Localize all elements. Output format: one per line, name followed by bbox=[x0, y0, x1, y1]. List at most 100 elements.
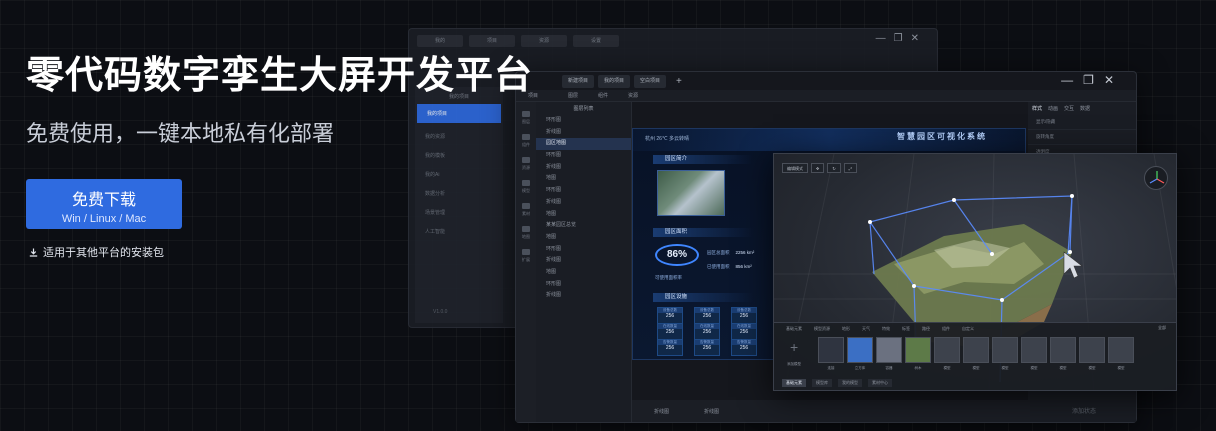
asset-tab[interactable]: 模型资源 bbox=[814, 326, 830, 332]
weather-label: 杭州 26℃ 多云转晴 bbox=[645, 136, 689, 142]
back-sidebar-item[interactable]: 我的模板 bbox=[415, 146, 503, 165]
facility-cell: 在线数量 256 bbox=[657, 323, 683, 340]
download-platforms: Win / Linux / Mac bbox=[61, 213, 147, 225]
close-icon[interactable]: ✕ bbox=[911, 33, 927, 44]
asset-tab[interactable]: 地形 bbox=[842, 326, 850, 332]
layer-item[interactable]: 折线图 bbox=[536, 127, 631, 139]
asset-filter[interactable]: 全部 bbox=[1158, 325, 1166, 331]
layer-item[interactable]: 折线图 bbox=[536, 290, 631, 302]
editor-tab[interactable]: 新建项目 bbox=[562, 75, 595, 88]
layer-item[interactable]: 地图 bbox=[536, 173, 631, 185]
layer-item[interactable]: 某某园区总览 bbox=[536, 220, 631, 232]
download-button-label: 免费下载 bbox=[71, 192, 136, 209]
version-label: V1.0.0 bbox=[433, 309, 448, 315]
asset-tab[interactable]: 基础元素 bbox=[786, 326, 802, 332]
properties-tab[interactable]: 交互 bbox=[1064, 105, 1074, 112]
layer-item[interactable]: 环形图 bbox=[536, 244, 631, 256]
asset-footer-tab[interactable]: 基础元素 bbox=[782, 379, 806, 387]
editor-tab[interactable]: 空白项目 bbox=[634, 75, 667, 88]
rail-item[interactable]: 地图 bbox=[516, 226, 536, 240]
editor-bottom-bar: 折线图 折线图 bbox=[632, 400, 1030, 422]
layer-item[interactable]: 折线图 bbox=[536, 197, 631, 209]
asset-tab[interactable]: 特效 bbox=[882, 326, 890, 332]
layer-item[interactable]: 地图 bbox=[536, 209, 631, 221]
asset-tile[interactable]: 树木 bbox=[905, 337, 931, 370]
asset-tile[interactable]: 容器 bbox=[876, 337, 902, 370]
facility-cell: 在线数量 256 bbox=[694, 323, 720, 340]
layer-item[interactable]: 地图 bbox=[536, 267, 631, 279]
back-sidebar-item[interactable]: 我的资源 bbox=[415, 127, 503, 146]
back-tab[interactable]: 设置 bbox=[573, 35, 619, 47]
asset-tile[interactable]: 模型 bbox=[992, 337, 1018, 370]
asset-tab[interactable]: 天气 bbox=[862, 326, 870, 332]
asset-tab[interactable]: 组件 bbox=[942, 326, 950, 332]
rail-item[interactable]: 素材 bbox=[516, 203, 536, 217]
mode-select[interactable]: 编辑模式 bbox=[782, 163, 808, 173]
rotate-icon[interactable]: ↻ bbox=[827, 163, 841, 173]
maximize-icon[interactable]: ❐ bbox=[1083, 73, 1104, 87]
move-icon[interactable]: ✥ bbox=[811, 163, 825, 173]
minimize-icon[interactable]: — bbox=[876, 33, 894, 44]
layers-header: 图层列表 bbox=[573, 106, 594, 112]
back-sidebar-item[interactable]: 我的项目 bbox=[417, 104, 501, 123]
layer-item[interactable]: 折线图 bbox=[536, 255, 631, 267]
property-item[interactable]: 显示/隐藏 bbox=[1028, 115, 1136, 130]
dashboard-title: 智慧园区可视化系统 bbox=[897, 132, 987, 141]
asset-tile[interactable]: 模型 bbox=[1050, 337, 1076, 370]
axis-gizmo-icon[interactable] bbox=[1144, 166, 1168, 190]
back-sidebar-item[interactable]: 场景管理 bbox=[415, 203, 503, 222]
back-sidebar-item[interactable]: 人工智能 bbox=[415, 222, 503, 241]
asset-footer-tab[interactable]: 模型库 bbox=[812, 379, 832, 387]
layer-item[interactable]: 环形图 bbox=[536, 185, 631, 197]
asset-tab[interactable]: 路径 bbox=[922, 326, 930, 332]
bottom-item[interactable]: 折线图 bbox=[654, 408, 669, 415]
asset-footer-tab[interactable]: 我的模型 bbox=[838, 379, 862, 387]
layer-item[interactable]: 环形图 bbox=[536, 150, 631, 162]
properties-tab[interactable]: 样式 bbox=[1032, 105, 1042, 112]
rail-item[interactable]: 模型 bbox=[516, 180, 536, 194]
layer-item[interactable]: 地图 bbox=[536, 232, 631, 244]
asset-tab[interactable]: 自定义 bbox=[962, 326, 974, 332]
minimize-icon[interactable]: — bbox=[1061, 73, 1083, 87]
asset-footer: 基础元素 模型库 我的模型 素材中心 bbox=[782, 379, 892, 387]
asset-tile[interactable]: 模型 bbox=[1021, 337, 1047, 370]
hero: 零代码数字孪生大屏开发平台 bbox=[26, 44, 533, 99]
properties-tab[interactable]: 动画 bbox=[1048, 105, 1058, 112]
facility-cell: 设备总数 256 bbox=[731, 307, 757, 324]
toolbar-item[interactable]: 图层 bbox=[568, 92, 578, 99]
back-sidebar-item[interactable]: 数据分析 bbox=[415, 184, 503, 203]
layer-item[interactable]: 环形图 bbox=[536, 279, 631, 291]
asset-tile[interactable]: 模型 bbox=[1079, 337, 1105, 370]
asset-tile[interactable]: 连接 bbox=[818, 337, 844, 370]
rail-item[interactable]: 图层 bbox=[516, 111, 536, 125]
layer-item[interactable]: 折线图 bbox=[536, 162, 631, 174]
asset-tile[interactable]: 模型 bbox=[1108, 337, 1134, 370]
asset-tab[interactable]: 标签 bbox=[902, 326, 910, 332]
maximize-icon[interactable]: ❐ bbox=[894, 33, 911, 44]
rail-item[interactable]: 扩展 bbox=[516, 249, 536, 263]
asset-tile[interactable]: 模型 bbox=[934, 337, 960, 370]
toolbar-item[interactable]: 资源 bbox=[628, 92, 638, 99]
download-button[interactable]: 免费下载 Win / Linux / Mac bbox=[26, 179, 182, 229]
back-sidebar-item[interactable]: 我的Ai bbox=[415, 165, 503, 184]
add-state-button[interactable]: 添加状态 bbox=[1072, 406, 1096, 415]
toolbar-item[interactable]: 组件 bbox=[598, 92, 608, 99]
scale-icon[interactable]: ⤢ bbox=[843, 163, 857, 173]
rail-item[interactable]: 组件 bbox=[516, 134, 536, 148]
asset-footer-tab[interactable]: 素材中心 bbox=[868, 379, 892, 387]
stat-total-area: 园区总面积 2256 km² bbox=[707, 250, 755, 255]
asset-tile[interactable]: 模型 bbox=[963, 337, 989, 370]
other-platforms-link[interactable]: 适用于其他平台的安装包 bbox=[29, 244, 164, 260]
bottom-item[interactable]: 折线图 bbox=[704, 408, 719, 415]
layer-item[interactable]: 环形图 bbox=[536, 115, 631, 127]
gauge-label: 可使用面积率 bbox=[655, 275, 682, 280]
asset-tile[interactable]: 立方体 bbox=[847, 337, 873, 370]
properties-tab[interactable]: 数据 bbox=[1080, 105, 1090, 112]
layer-item[interactable]: 园区地图 bbox=[536, 138, 631, 151]
property-item[interactable]: 旋转角度 bbox=[1028, 130, 1136, 145]
rail-item[interactable]: 资源 bbox=[516, 157, 536, 171]
add-model-icon[interactable]: + bbox=[790, 339, 798, 355]
close-icon[interactable]: ✕ bbox=[1104, 73, 1124, 87]
add-tab-icon[interactable]: + bbox=[670, 75, 688, 88]
editor-tab[interactable]: 我的项目 bbox=[598, 75, 631, 88]
